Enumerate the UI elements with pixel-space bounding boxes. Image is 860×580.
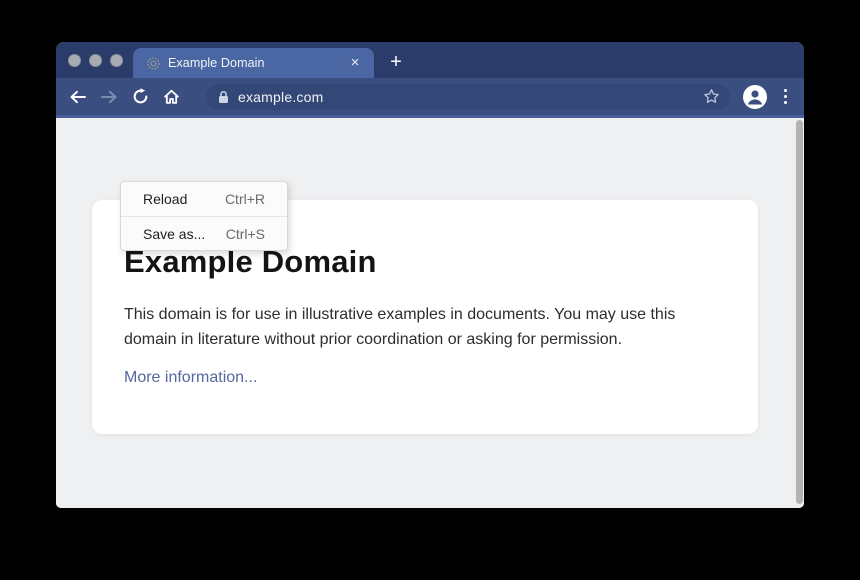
reload-button[interactable] [128,83,152,111]
menu-item-label: Save as... [143,226,205,242]
new-tab-button[interactable]: + [382,48,410,78]
address-bar[interactable]: example.com [206,84,730,110]
browser-toolbar: example.com [56,78,804,118]
bookmark-star-button[interactable] [703,88,720,105]
tab-title: Example Domain [168,56,346,70]
lock-icon [218,90,229,104]
profile-avatar-button[interactable] [742,84,768,110]
screenshot-canvas: Example Domain × + [0,0,860,580]
vertical-scrollbar[interactable] [796,120,803,504]
context-menu-item-save-as[interactable]: Save as... Ctrl+S [121,216,287,250]
browser-menu-button[interactable] [776,89,794,104]
home-icon [163,89,180,105]
more-information-link[interactable]: More information... [124,369,257,387]
window-controls [68,54,123,67]
dot-icon [784,89,787,92]
dot-icon [784,95,787,98]
page-paragraph: This domain is for use in illustrative e… [124,302,729,352]
menu-item-shortcut: Ctrl+S [226,226,265,242]
tab-example-domain[interactable]: Example Domain × [133,48,374,78]
dot-icon [784,101,787,104]
back-button[interactable] [66,83,90,111]
browser-window: Example Domain × + [56,42,804,508]
menu-item-shortcut: Ctrl+R [225,191,265,207]
page-viewport: Example Domain This domain is for use in… [56,118,804,508]
home-button[interactable] [159,83,183,111]
tab-favicon-icon [147,57,160,70]
star-icon [703,88,720,105]
forward-button[interactable] [97,83,121,111]
context-menu-item-reload[interactable]: Reload Ctrl+R [121,182,287,216]
context-menu: Reload Ctrl+R Save as... Ctrl+S [120,181,288,251]
reload-icon [132,88,149,105]
avatar-icon [742,84,768,110]
menu-item-label: Reload [143,191,187,207]
tab-close-icon[interactable]: × [346,54,364,72]
tab-strip: Example Domain × + [56,42,804,78]
url-text: example.com [238,89,323,105]
window-minimize-button[interactable] [89,54,102,67]
back-arrow-icon [69,90,87,104]
window-close-button[interactable] [68,54,81,67]
window-maximize-button[interactable] [110,54,123,67]
forward-arrow-icon [100,90,118,104]
